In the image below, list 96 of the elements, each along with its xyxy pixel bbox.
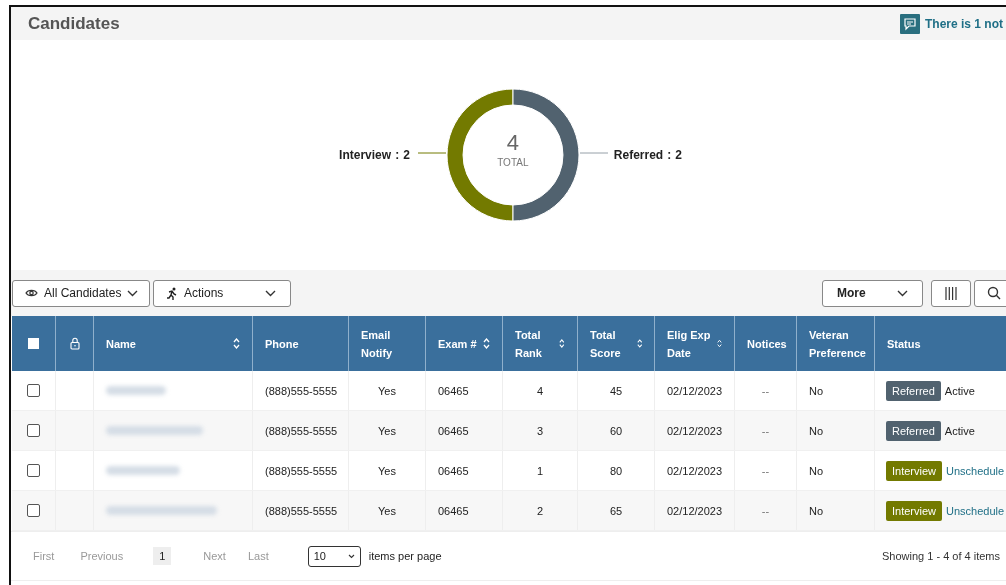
column-header[interactable]: Veteran Preference (809, 325, 866, 362)
table-cell: -- (761, 504, 770, 517)
sort-icon[interactable] (636, 338, 642, 349)
table-cell: -- (761, 424, 770, 437)
notes-link[interactable]: There is 1 not (924, 16, 1003, 31)
chevron-icon (347, 553, 355, 559)
eye-icon (25, 288, 38, 298)
search-icon (987, 286, 1001, 300)
page-size-select[interactable]: 10 (307, 545, 361, 567)
row-checkbox[interactable] (27, 384, 40, 397)
filter-dropdown[interactable]: All Candidates (12, 279, 150, 307)
more-dropdown[interactable]: More (822, 279, 923, 307)
schedule-link[interactable]: Unschedule (946, 464, 1005, 477)
status-text: Active (944, 384, 975, 397)
label-separator: : (667, 148, 672, 162)
table-cell: 02/12/2023 (667, 384, 723, 397)
leader-line (417, 152, 446, 154)
previous-page-link[interactable]: Previous (80, 550, 124, 562)
table-cell: 06465 (438, 464, 469, 477)
chart-label: Referred (613, 148, 664, 162)
blurred-name (106, 386, 166, 395)
comment-icon[interactable] (899, 13, 920, 34)
table-cell: No (809, 424, 824, 437)
chart-value: 2 (675, 148, 682, 162)
column-header[interactable]: Name (106, 334, 136, 353)
next-page-link[interactable]: Next (203, 550, 226, 562)
status-badge: Referred (886, 420, 941, 441)
table-cell: No (809, 384, 824, 397)
sort-icon[interactable] (717, 338, 722, 349)
table-cell: 06465 (438, 424, 469, 437)
table-cell: (888)555-5555 (265, 504, 338, 517)
status-text: Active (944, 424, 975, 437)
columns-icon (945, 286, 957, 300)
table-cell: No (809, 504, 824, 517)
chevron-icon (897, 289, 908, 297)
page-number[interactable]: 1 (153, 547, 172, 565)
columns-button[interactable] (931, 279, 971, 307)
leader-line (579, 152, 608, 154)
chart-label: Interview (339, 148, 392, 162)
column-header[interactable]: Email Notify (361, 325, 413, 362)
sort-icon[interactable] (559, 338, 565, 349)
table-cell: 4 (536, 384, 544, 397)
table-cell: 45 (609, 384, 623, 397)
chevron-icon (265, 289, 276, 297)
chevron-icon (127, 289, 139, 297)
status-badge: Interview (886, 500, 943, 521)
table-cell: 1 (536, 464, 544, 477)
table-cell: 2 (536, 504, 544, 517)
table-cell: 06465 (438, 504, 469, 517)
page-title: Candidates (28, 13, 120, 34)
lock-icon (69, 337, 80, 350)
table-cell: 65 (609, 504, 623, 517)
row-checkbox[interactable] (27, 504, 40, 517)
table-cell: -- (761, 384, 770, 397)
column-header[interactable]: Status (887, 334, 921, 353)
schedule-link[interactable]: Unschedule (946, 504, 1005, 517)
total-count: 4 (506, 131, 519, 155)
table-cell: 80 (609, 464, 623, 477)
search-button[interactable] (974, 279, 1006, 307)
row-checkbox[interactable] (27, 464, 40, 477)
table-cell: 02/12/2023 (667, 504, 723, 517)
column-header[interactable]: Exam # (438, 334, 477, 353)
column-header[interactable]: Notices (747, 334, 787, 353)
table-cell: Yes (378, 384, 396, 397)
select-all-checkbox[interactable] (28, 338, 39, 349)
table-cell: (888)555-5555 (265, 464, 338, 477)
table-cell: -- (761, 464, 770, 477)
column-header[interactable]: Total Rank (515, 325, 560, 362)
table-cell: No (809, 464, 824, 477)
table-cell: Yes (378, 424, 396, 437)
table-cell: 02/12/2023 (667, 464, 723, 477)
total-label: TOTAL (497, 157, 529, 168)
table-cell: (888)555-5555 (265, 384, 338, 397)
chart-value: 2 (403, 148, 410, 162)
table-cell: 06465 (438, 384, 469, 397)
last-page-link[interactable]: Last (247, 550, 269, 562)
running-figure-icon (166, 286, 178, 300)
showing-count: Showing 1 - 4 of 4 items (882, 550, 1000, 562)
first-page-link[interactable]: First (33, 550, 55, 562)
column-header[interactable]: Elig Exp Date (667, 325, 717, 362)
sort-icon[interactable] (482, 338, 490, 349)
table-cell: Yes (378, 464, 396, 477)
table-cell: (888)555-5555 (265, 424, 338, 437)
table-cell: Yes (378, 504, 396, 517)
sort-icon[interactable] (233, 338, 240, 349)
status-badge: Referred (886, 380, 941, 401)
column-header[interactable]: Total Score (590, 325, 637, 362)
table-cell: 02/12/2023 (667, 424, 723, 437)
page-size-label: items per page (368, 550, 442, 562)
table-cell: 3 (536, 424, 544, 437)
status-badge: Interview (886, 460, 943, 481)
column-header[interactable]: Phone (265, 334, 299, 353)
table-cell: 60 (609, 424, 623, 437)
actions-dropdown[interactable]: Actions (153, 279, 291, 307)
label-separator: : (395, 148, 400, 162)
row-checkbox[interactable] (27, 424, 40, 437)
